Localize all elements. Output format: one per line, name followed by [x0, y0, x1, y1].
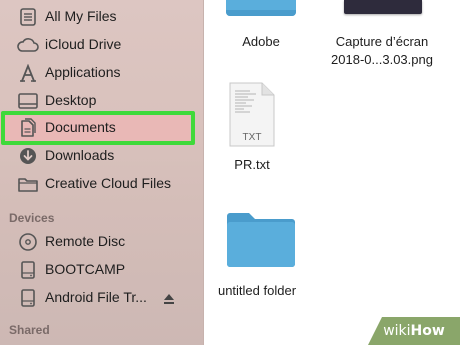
- file-name-line-2: 2018-0...3.03.png: [331, 52, 433, 67]
- folder-icon: [17, 174, 39, 194]
- sidebar-item-label: Downloads: [45, 147, 115, 163]
- folder-icon: [227, 213, 295, 267]
- image-thumbnail[interactable]: [344, 0, 422, 14]
- sidebar-item-creative-cloud-files[interactable]: Creative Cloud Files: [0, 170, 200, 198]
- watermark-how: How: [410, 323, 445, 339]
- watermark-wiki: wiki: [383, 323, 411, 339]
- file-item-untitled-folder[interactable]: [225, 212, 297, 273]
- sidebar-item-downloads[interactable]: Downloads: [0, 142, 200, 170]
- sidebar-item-all-my-files[interactable]: All My Files: [0, 3, 200, 31]
- sidebar-item-label: Applications: [45, 64, 121, 80]
- sidebar-item-remote-disc[interactable]: Remote Disc: [0, 228, 200, 256]
- disc-icon: [17, 232, 39, 252]
- sidebar-item-label: Android File Tr...: [45, 289, 147, 305]
- downloads-icon: [17, 146, 39, 166]
- sidebar-item-bootcamp[interactable]: BOOTCAMP: [0, 256, 200, 284]
- cloud-icon: [17, 35, 39, 55]
- applications-icon: [17, 63, 39, 83]
- desktop-icon: [17, 91, 39, 111]
- sidebar-item-android-file-transfer[interactable]: Android File Tr...: [0, 284, 200, 312]
- file-type-badge: TXT: [242, 132, 262, 143]
- file-item-pr-txt[interactable]: TXT: [228, 82, 276, 153]
- sidebar-item-label: BOOTCAMP: [45, 261, 126, 277]
- sidebar-item-label: All My Files: [45, 8, 117, 24]
- sidebar-item-label: iCloud Drive: [45, 36, 122, 52]
- sidebar-item-label: Desktop: [45, 92, 97, 108]
- file-name-capture: Capture d’écran 2018-0...3.03.png: [320, 33, 444, 69]
- documents-highlight-box: [1, 111, 195, 145]
- eject-icon[interactable]: [163, 292, 175, 304]
- all-files-icon: [17, 7, 39, 27]
- file-grid: Adobe Capture d’écran 2018-0...3.03.png …: [204, 0, 460, 345]
- sidebar-item-label: Creative Cloud Files: [45, 175, 172, 191]
- file-item-adobe[interactable]: [226, 0, 296, 23]
- file-name-line-1: Capture d’écran: [335, 34, 429, 49]
- folder-icon: [226, 0, 296, 16]
- file-name-adobe: Adobe: [242, 34, 280, 49]
- drive-icon: [17, 288, 39, 308]
- wikihow-watermark: wiki How: [368, 317, 460, 345]
- sidebar-item-label: Remote Disc: [45, 233, 126, 249]
- shared-section-header: Shared: [9, 323, 50, 337]
- file-name-untitled-folder: untitled folder: [217, 283, 297, 298]
- file-name-pr-txt: PR.txt: [234, 157, 270, 172]
- sidebar-item-applications[interactable]: Applications: [0, 59, 200, 87]
- devices-section-header: Devices: [9, 211, 55, 225]
- sidebar: All My Files iCloud Drive Applications D…: [0, 0, 204, 345]
- sidebar-item-icloud-drive[interactable]: iCloud Drive: [0, 31, 200, 59]
- drive-icon: [17, 260, 39, 280]
